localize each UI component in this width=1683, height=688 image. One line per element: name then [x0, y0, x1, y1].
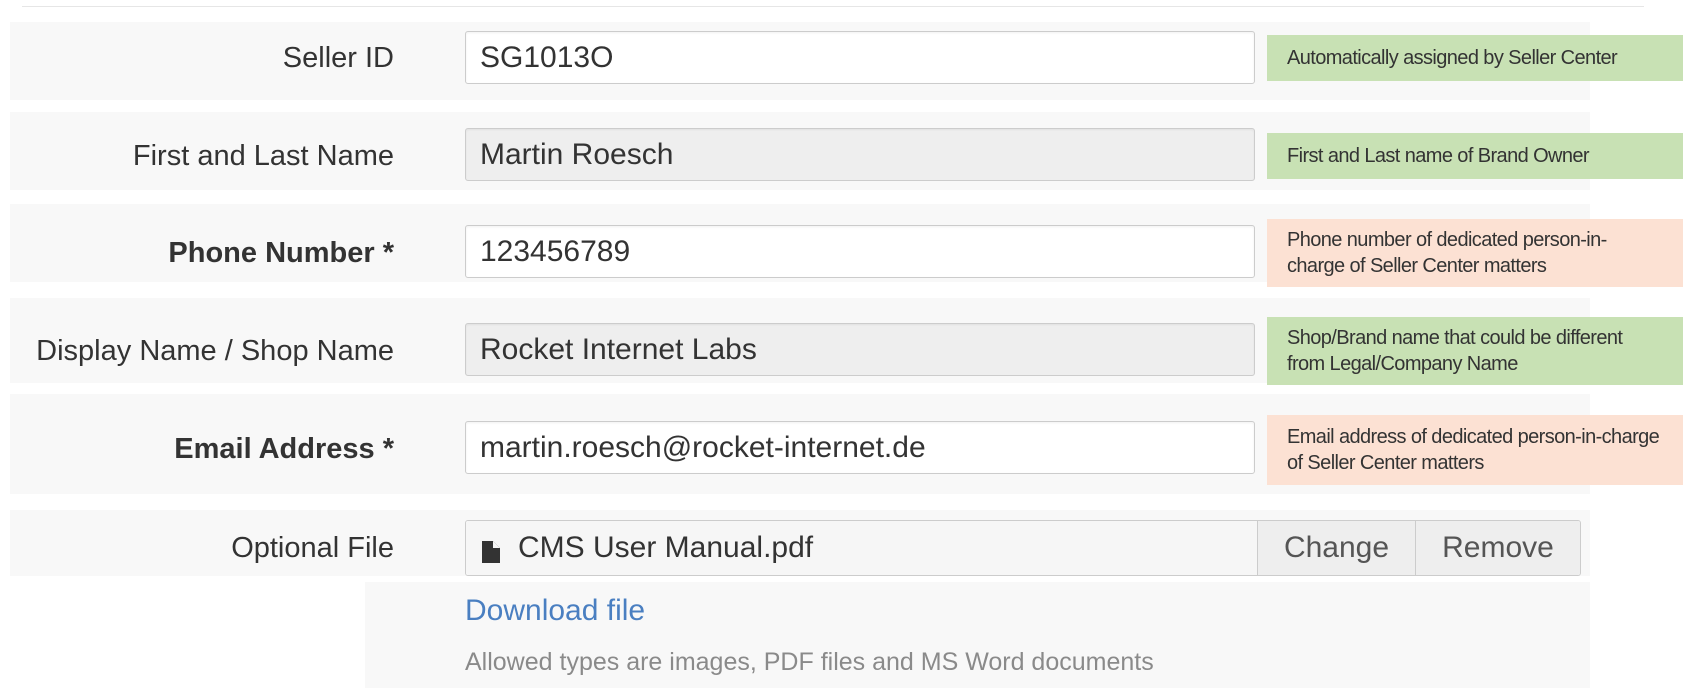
full-name-label: First and Last Name	[132, 140, 394, 172]
top-divider	[22, 6, 1644, 7]
remove-file-button[interactable]: Remove	[1415, 521, 1580, 575]
file-icon	[482, 537, 500, 563]
seller-id-hint: Automatically assigned by Seller Center	[1267, 35, 1683, 81]
change-file-button[interactable]: Change	[1257, 521, 1415, 575]
allowed-types-help: Allowed types are images, PDF files and …	[465, 648, 1154, 676]
file-name-display[interactable]: CMS User Manual.pdf	[466, 521, 1257, 575]
email-address-input[interactable]: martin.roesch@rocket-internet.de	[465, 421, 1255, 474]
phone-number-input[interactable]: 123456789	[465, 225, 1255, 278]
download-file-link[interactable]: Download file	[465, 594, 645, 628]
display-name-label: Display Name / Shop Name	[36, 335, 394, 367]
full-name-input[interactable]: Martin Roesch	[465, 128, 1255, 181]
display-name-input[interactable]: Rocket Internet Labs	[465, 323, 1255, 376]
email-address-label: Email Address *	[174, 433, 394, 465]
optional-file-label: Optional File	[231, 532, 394, 564]
file-name-text: CMS User Manual.pdf	[518, 531, 814, 564]
seller-id-input[interactable]: SG1013O	[465, 31, 1255, 84]
full-name-hint: First and Last name of Brand Owner	[1267, 133, 1683, 179]
display-name-hint: Shop/Brand name that could be different …	[1267, 317, 1683, 385]
seller-id-label: Seller ID	[282, 42, 394, 74]
phone-number-label: Phone Number *	[168, 237, 394, 269]
file-input-group: CMS User Manual.pdf Change Remove	[465, 520, 1581, 576]
email-address-hint: Email address of dedicated person-in-cha…	[1267, 415, 1683, 485]
phone-number-hint: Phone number of dedicated person-in-char…	[1267, 219, 1683, 287]
